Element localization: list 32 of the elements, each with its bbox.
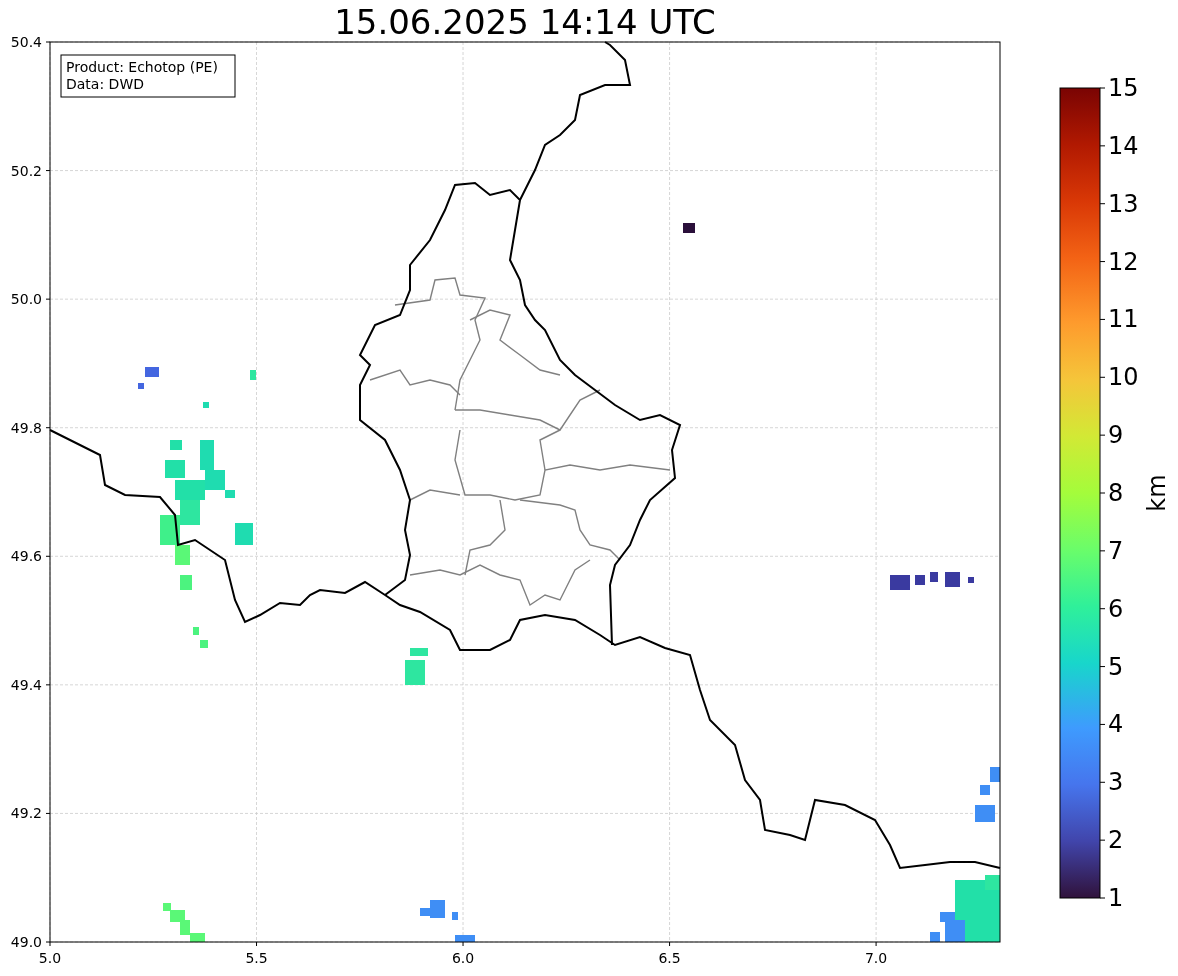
colorbar-tick-label: 9 (1108, 421, 1124, 450)
colorbar-tick-label: 10 (1108, 363, 1139, 392)
y-tick-label: 49.6 (10, 548, 42, 565)
colorbar-tick-label: 2 (1108, 826, 1124, 855)
chart-title: 15.06.2025 14:14 UTC (334, 2, 716, 42)
x-tick-label: 6.0 (451, 950, 475, 966)
colorbar-tick-label: 3 (1108, 768, 1124, 797)
colorbar-tick-label: 12 (1108, 247, 1139, 276)
colorbar-tick-label: 14 (1108, 131, 1139, 160)
y-tick-label: 50.4 (10, 34, 42, 50)
colorbar-label: km (1143, 474, 1171, 512)
y-tick-label: 50.2 (10, 162, 42, 179)
colorbar-tick-label: 8 (1108, 479, 1124, 507)
colorbar-tick-label: 6 (1108, 594, 1124, 623)
colorbar-tick-label: 11 (1108, 305, 1139, 334)
colorbar-tick-label: 5 (1108, 652, 1124, 681)
y-tick-label: 49.8 (10, 419, 42, 436)
y-tick-label: 49.2 (10, 805, 42, 822)
x-tick-label: 6.5 (658, 950, 681, 966)
colorbar-tick-label: 1 (1108, 884, 1124, 912)
y-tick-label: 50.0 (10, 291, 42, 308)
colorbar-tick-label: 13 (1108, 189, 1139, 218)
legend-text: Data: DWD (66, 76, 144, 92)
x-tick-label: 5.0 (38, 950, 62, 966)
legend-text: Product: Echotop (PE) (66, 59, 218, 75)
y-tick-label: 49.4 (10, 676, 42, 693)
colorbar-tick-label: 7 (1108, 536, 1124, 565)
colorbar-tick-label: 15 (1108, 74, 1139, 102)
y-tick-label: 49.0 (10, 934, 42, 950)
x-tick-label: 5.5 (245, 950, 268, 966)
colorbar-tick-label: 4 (1108, 710, 1124, 739)
x-tick-label: 7.0 (864, 950, 888, 966)
